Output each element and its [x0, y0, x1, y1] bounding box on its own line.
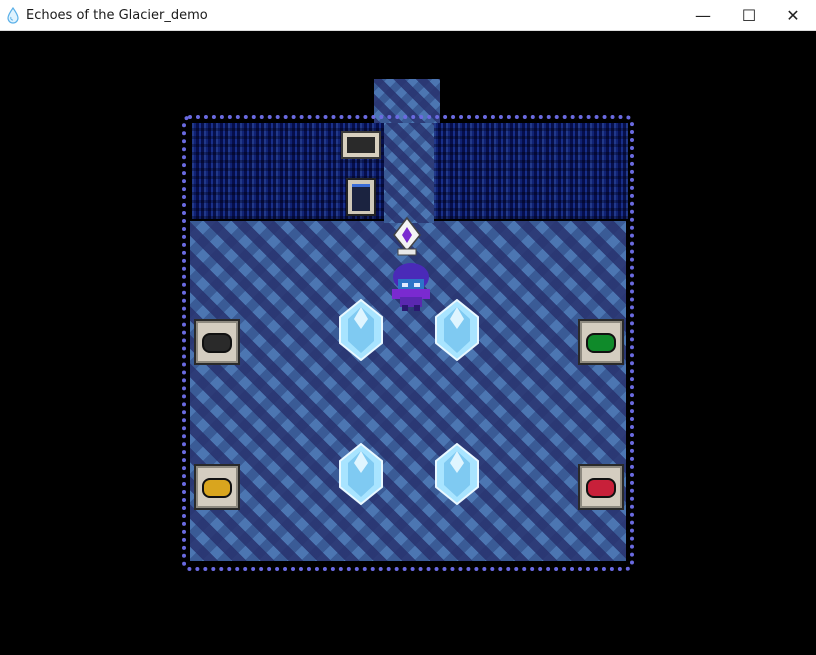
switch-green[interactable]	[578, 319, 624, 365]
gem-icon	[586, 333, 616, 353]
wall-door[interactable]	[346, 178, 376, 216]
wall-sign[interactable]	[341, 131, 381, 159]
player-character	[392, 263, 430, 311]
title-bar[interactable]: Echoes of the Glacier_demo — ☐ ✕	[0, 0, 816, 31]
corridor-floor	[384, 123, 434, 223]
ice-crystal[interactable]	[434, 299, 480, 361]
right-wall	[434, 123, 628, 219]
switch-black[interactable]	[194, 319, 240, 365]
switch-red[interactable]	[578, 464, 624, 510]
window-title: Echoes of the Glacier_demo	[26, 8, 208, 23]
sign-glyph-icon	[347, 137, 375, 153]
minimize-button[interactable]: —	[680, 0, 726, 31]
gem-icon	[586, 478, 616, 498]
ice-crystal[interactable]	[338, 443, 384, 505]
door-icon	[352, 184, 370, 211]
ice-crystal[interactable]	[434, 443, 480, 505]
game-viewport[interactable]	[0, 31, 816, 655]
maximize-button[interactable]: ☐	[726, 0, 772, 31]
close-button[interactable]: ✕	[770, 0, 816, 31]
gem-icon	[202, 478, 232, 498]
gem-icon	[202, 333, 232, 353]
game-window: Echoes of the Glacier_demo — ☐ ✕	[0, 0, 816, 655]
droplet-icon	[7, 7, 19, 24]
save-point-icon[interactable]	[392, 217, 422, 257]
ice-crystal[interactable]	[338, 299, 384, 361]
switch-yellow[interactable]	[194, 464, 240, 510]
